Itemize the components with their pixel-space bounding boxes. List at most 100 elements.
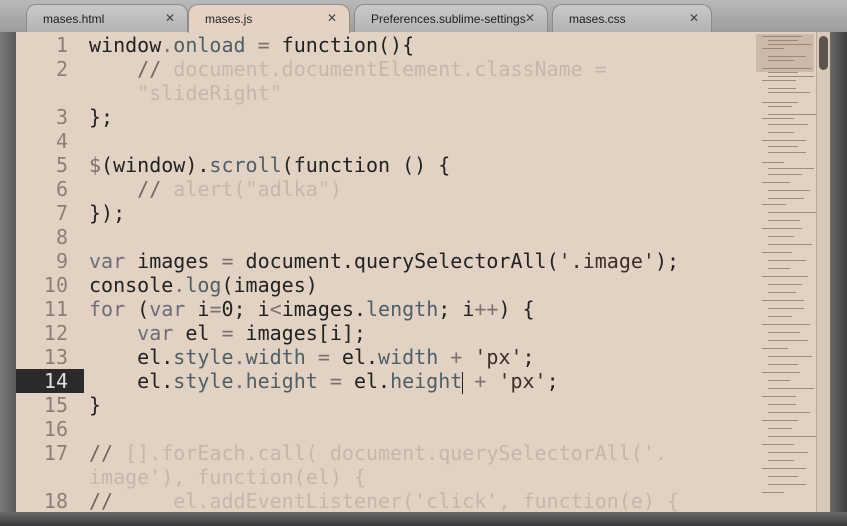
line-number: 16 <box>43 417 68 441</box>
minimap-line <box>768 460 794 461</box>
minimap-line <box>768 114 816 115</box>
minimap-line <box>768 260 806 261</box>
line-number: 5 <box>55 153 68 177</box>
minimap-line <box>768 60 794 61</box>
minimap-line <box>768 412 810 413</box>
minimap-line <box>768 364 798 365</box>
minimap-line <box>762 228 802 229</box>
minimap-line <box>768 380 790 381</box>
minimap-line <box>768 340 808 341</box>
tab-label: mases.js <box>205 12 253 26</box>
code-line-17-wrap: image'), function(el) { <box>89 465 366 489</box>
vertical-scrollbar[interactable] <box>816 32 830 512</box>
minimap-line <box>762 492 784 493</box>
close-icon[interactable]: ✕ <box>327 11 337 25</box>
close-icon[interactable]: ✕ <box>689 11 699 25</box>
line-number: 15 <box>43 393 68 417</box>
minimap-line <box>768 124 808 125</box>
code-line-7: }); <box>89 201 126 225</box>
code-line-2-wrap: "slideRight" <box>89 81 282 105</box>
minimap-line <box>762 204 786 205</box>
minimap-line <box>762 68 812 69</box>
minimap-line <box>762 252 792 253</box>
line-number: 10 <box>43 273 68 297</box>
tab-preferences-sublime-settings[interactable]: Preferences.sublime-settings ✕ <box>354 4 548 32</box>
minimap-line <box>768 332 800 333</box>
line-number-current: 14 <box>16 369 84 393</box>
window-frame-left <box>0 32 16 526</box>
code-line-3: }; <box>89 105 114 129</box>
line-number: 7 <box>55 201 68 225</box>
minimap-line <box>768 190 810 191</box>
minimap-line <box>762 300 804 301</box>
tab-mases-js[interactable]: mases.js ✕ <box>188 4 350 33</box>
minimap[interactable] <box>756 32 816 512</box>
line-number: 6 <box>55 177 68 201</box>
line-number: 11 <box>43 297 68 321</box>
line-number: 8 <box>55 225 68 249</box>
line-number: 2 <box>55 57 68 81</box>
minimap-line <box>768 212 816 213</box>
minimap-line <box>768 436 816 437</box>
minimap-line <box>768 168 814 169</box>
minimap-line <box>768 236 794 237</box>
minimap-line <box>768 92 810 93</box>
minimap-line <box>768 316 792 317</box>
minimap-line <box>768 56 806 57</box>
minimap-line <box>768 152 806 153</box>
line-number-gutter: 1 2 3 4 5 6 7 8 9 10 11 12 13 14 15 16 1… <box>16 32 84 512</box>
minimap-line <box>762 102 798 103</box>
minimap-line <box>762 140 806 141</box>
minimap-line <box>762 444 794 445</box>
line-number: 9 <box>55 249 68 273</box>
minimap-line <box>768 284 802 285</box>
close-icon[interactable]: ✕ <box>165 11 175 25</box>
code-line-15: } <box>89 393 102 417</box>
line-number: 17 <box>43 441 68 465</box>
minimap-line <box>762 276 808 277</box>
tab-label: Preferences.sublime-settings <box>371 12 526 26</box>
code-line-17: // [].forEach.call( document.querySelect… <box>89 441 667 465</box>
tab-bar: mases.html ✕ Preferences.sublime-setting… <box>0 0 847 33</box>
minimap-line <box>768 146 798 147</box>
minimap-line <box>762 468 806 469</box>
code-line-10: console.log(images) <box>89 273 318 297</box>
minimap-line <box>768 132 794 133</box>
minimap-line <box>768 44 812 45</box>
code-line-14: el.style.height = el.height + 'px'; <box>89 369 559 394</box>
editor-window: mases.html ✕ Preferences.sublime-setting… <box>0 0 847 526</box>
tab-label: mases.css <box>569 12 626 26</box>
minimap-line <box>768 404 796 405</box>
minimap-line <box>768 476 798 477</box>
minimap-line <box>768 106 792 107</box>
window-frame-bottom <box>0 512 847 526</box>
minimap-line <box>768 76 814 77</box>
minimap-line <box>768 220 800 221</box>
minimap-line <box>768 40 798 41</box>
minimap-line <box>768 88 796 89</box>
line-number: 13 <box>43 345 68 369</box>
minimap-line <box>762 48 784 49</box>
minimap-line <box>762 36 802 37</box>
minimap-line <box>768 244 812 245</box>
code-editor[interactable]: 1 2 3 4 5 6 7 8 9 10 11 12 13 14 15 16 1… <box>16 32 830 512</box>
line-number: 4 <box>55 129 68 153</box>
minimap-line <box>768 308 804 309</box>
tab-mases-html[interactable]: mases.html ✕ <box>26 4 188 32</box>
line-number: 3 <box>55 105 68 129</box>
close-icon[interactable]: ✕ <box>525 11 535 25</box>
minimap-line <box>762 118 794 119</box>
code-line-18: // el.addEventListener('click', function… <box>89 489 680 512</box>
code-area[interactable]: window.onload = function(){ // document.… <box>89 32 753 512</box>
code-line-11: for (var i=0; i<images.length; i++) { <box>89 297 535 321</box>
scrollbar-thumb[interactable] <box>819 36 828 70</box>
minimap-line <box>762 324 810 325</box>
minimap-line <box>762 182 790 183</box>
minimap-line <box>762 372 800 373</box>
minimap-line <box>762 420 798 421</box>
line-number: 12 <box>43 321 68 345</box>
minimap-line <box>768 268 790 269</box>
code-line-1: window.onload = function(){ <box>89 33 415 57</box>
tab-mases-css[interactable]: mases.css ✕ <box>552 4 712 32</box>
minimap-line <box>768 72 798 73</box>
